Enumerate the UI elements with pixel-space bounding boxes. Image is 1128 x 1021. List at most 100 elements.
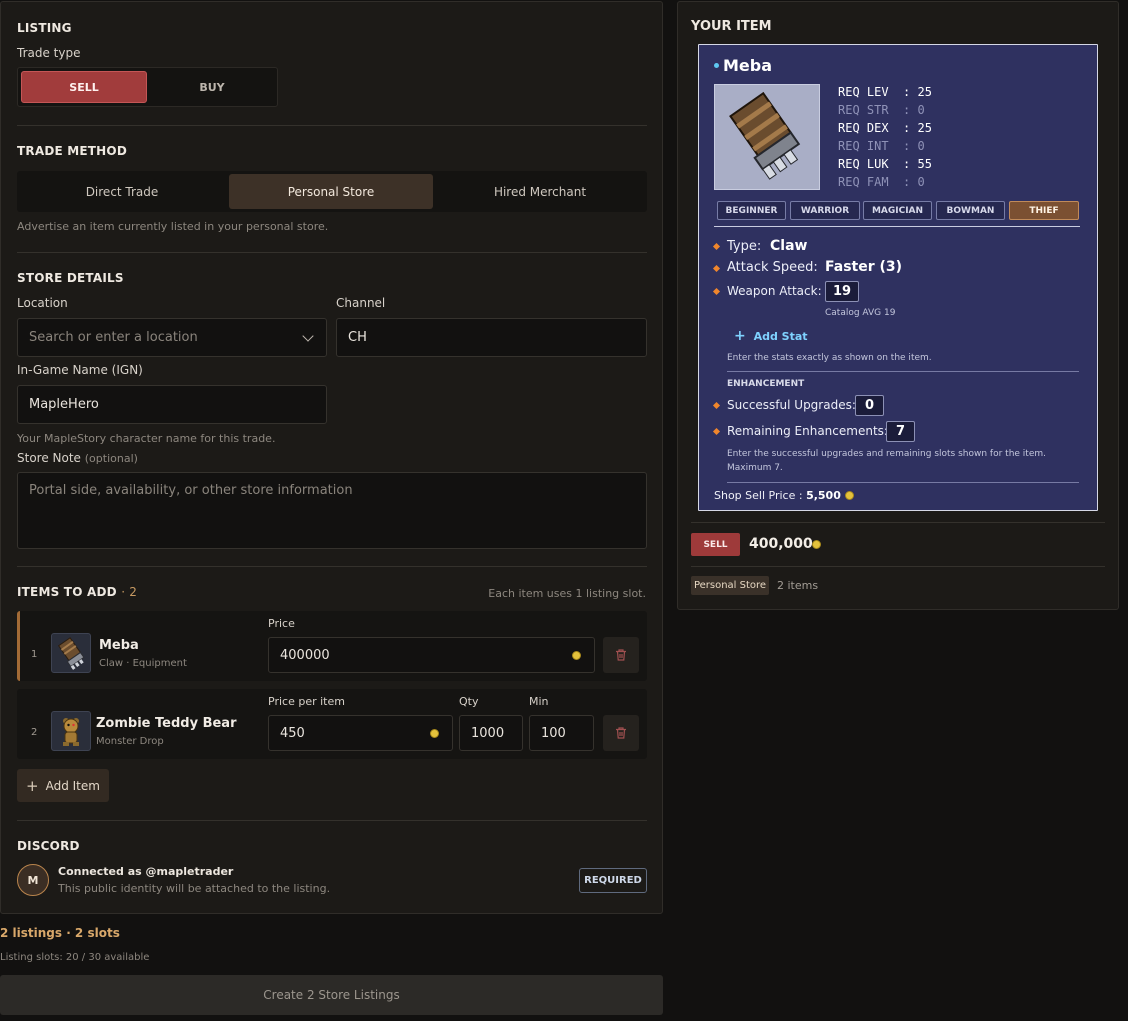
bullet-icon bbox=[714, 63, 719, 68]
diamond-bullet-icon bbox=[712, 427, 721, 436]
item-row[interactable]: 2 Zombie Teddy Bear Monster Drop Price p… bbox=[17, 689, 647, 759]
channel-input[interactable] bbox=[336, 318, 647, 357]
type-value: Claw bbox=[770, 238, 808, 254]
divider bbox=[727, 371, 1079, 372]
store-note-label: Store Note (optional) bbox=[17, 451, 138, 465]
divider bbox=[17, 566, 647, 567]
item-name: Zombie Teddy Bear bbox=[96, 716, 237, 731]
required-badge: REQUIRED bbox=[579, 868, 647, 893]
job-warrior: WARRIOR bbox=[790, 201, 860, 220]
price-per-item-input[interactable] bbox=[268, 715, 453, 751]
job-thief: THIEF bbox=[1009, 201, 1079, 220]
enhancement-max-hint: Maximum 7. bbox=[727, 463, 783, 473]
item-count: 2 items bbox=[777, 579, 819, 592]
price-input[interactable] bbox=[268, 637, 595, 673]
diamond-bullet-icon bbox=[712, 264, 721, 273]
req-dex: REQ DEX : 25 bbox=[838, 121, 932, 135]
req-fam: REQ FAM : 0 bbox=[838, 175, 925, 189]
divider bbox=[691, 522, 1105, 523]
remaining-enhancements-input[interactable]: 7 bbox=[886, 421, 915, 442]
price-per-item-label: Price per item bbox=[268, 695, 345, 708]
trade-method-direct-trade[interactable]: Direct Trade bbox=[20, 174, 224, 209]
buy-toggle-button[interactable]: BUY bbox=[149, 71, 275, 103]
claw-item-image bbox=[714, 84, 820, 190]
item-tooltip-card: Meba REQ LEV : 25 REQ STR : 0 REQ DEX : … bbox=[698, 44, 1098, 511]
discord-connected-text: Connected as @mapletrader bbox=[58, 865, 234, 878]
personal-store-tag: Personal Store bbox=[691, 576, 769, 595]
trade-method-hint: Advertise an item currently listed in yo… bbox=[17, 220, 329, 233]
attack-speed-label: Attack Speed: bbox=[727, 260, 818, 275]
slot-usage-hint: Each item uses 1 listing slot. bbox=[488, 587, 646, 600]
store-details-section-title: STORE DETAILS bbox=[17, 271, 124, 285]
shop-sell-price-label: Shop Sell Price : bbox=[714, 489, 803, 502]
listing-slots-available: Listing slots: 20 / 30 available bbox=[0, 952, 150, 963]
add-item-button[interactable]: + Add Item bbox=[17, 769, 109, 802]
delete-item-button[interactable] bbox=[603, 715, 639, 751]
divider bbox=[17, 125, 647, 126]
diamond-bullet-icon bbox=[712, 287, 721, 296]
item-row[interactable]: 1 Meba Claw · Equipment Price bbox=[17, 611, 647, 681]
remaining-enhancements-label: Remaining Enhancements: bbox=[727, 424, 888, 438]
diamond-bullet-icon bbox=[712, 242, 721, 251]
coin-icon bbox=[812, 540, 821, 549]
qty-label: Qty bbox=[459, 695, 479, 708]
sell-toggle-button[interactable]: SELL bbox=[21, 71, 147, 103]
job-bowman: BOWMAN bbox=[936, 201, 1005, 220]
item-index: 1 bbox=[31, 649, 38, 660]
ign-label: In-Game Name (IGN) bbox=[17, 363, 143, 377]
catalog-average: Catalog AVG 19 bbox=[825, 308, 896, 318]
add-stat-label: Add Stat bbox=[753, 330, 808, 343]
min-label: Min bbox=[529, 695, 549, 708]
optional-tag: (optional) bbox=[84, 452, 138, 465]
diamond-bullet-icon bbox=[712, 401, 721, 410]
shop-sell-price-value: 5,500 bbox=[806, 489, 841, 502]
item-subtitle: Monster Drop bbox=[96, 736, 164, 747]
create-listings-button[interactable]: Create 2 Store Listings bbox=[0, 975, 663, 1015]
add-stat-button[interactable]: + Add Stat bbox=[734, 328, 808, 344]
qty-input[interactable] bbox=[459, 715, 523, 751]
weapon-attack-label: Weapon Attack: bbox=[727, 284, 822, 298]
enhancement-title: ENHANCEMENT bbox=[727, 379, 805, 389]
stats-hint: Enter the stats exactly as shown on the … bbox=[727, 353, 932, 363]
tooltip-item-name: Meba bbox=[723, 56, 773, 75]
items-to-add-title-text: ITEMS TO ADD bbox=[17, 585, 117, 599]
ign-hint: Your MapleStory character name for this … bbox=[17, 432, 276, 445]
delete-item-button[interactable] bbox=[603, 637, 639, 673]
location-input[interactable] bbox=[17, 318, 327, 357]
successful-upgrades-input[interactable]: 0 bbox=[855, 395, 884, 416]
divider bbox=[691, 566, 1105, 567]
trade-type-label: Trade type bbox=[17, 46, 81, 60]
coin-icon bbox=[572, 651, 581, 660]
discord-section-title: DISCORD bbox=[17, 839, 80, 853]
coin-icon bbox=[845, 491, 854, 500]
store-note-textarea[interactable] bbox=[17, 472, 647, 549]
req-level: REQ LEV : 25 bbox=[838, 85, 932, 99]
claw-item-icon bbox=[51, 633, 91, 673]
store-note-label-text: Store Note bbox=[17, 451, 81, 465]
divider bbox=[714, 226, 1080, 227]
successful-upgrades-label: Successful Upgrades: bbox=[727, 398, 856, 412]
your-item-section-title: YOUR ITEM bbox=[691, 19, 772, 34]
items-count: · 2 bbox=[121, 585, 138, 599]
divider bbox=[17, 252, 647, 253]
min-input[interactable] bbox=[529, 715, 594, 751]
plus-icon: + bbox=[26, 776, 39, 795]
job-beginner: BEGINNER bbox=[717, 201, 786, 220]
type-label: Type: bbox=[727, 239, 762, 254]
plus-icon: + bbox=[734, 328, 746, 344]
coin-icon bbox=[430, 729, 439, 738]
ign-input[interactable] bbox=[17, 385, 327, 424]
job-magician: MAGICIAN bbox=[863, 201, 932, 220]
trade-method-personal-store[interactable]: Personal Store bbox=[229, 174, 433, 209]
trade-method-section-title: TRADE METHOD bbox=[17, 144, 127, 158]
weapon-attack-input[interactable]: 19 bbox=[825, 281, 859, 302]
discord-identity-hint: This public identity will be attached to… bbox=[58, 882, 331, 895]
item-subtitle: Claw · Equipment bbox=[99, 658, 187, 669]
trade-type-toggle: SELL BUY bbox=[17, 67, 278, 107]
listing-form-panel: LISTING Trade type SELL BUY TRADE METHOD… bbox=[0, 1, 663, 914]
divider bbox=[17, 820, 647, 821]
trade-method-hired-merchant[interactable]: Hired Merchant bbox=[438, 174, 642, 209]
trade-method-selector: Direct Trade Personal Store Hired Mercha… bbox=[17, 171, 647, 212]
teddy-bear-item-icon bbox=[51, 711, 91, 751]
location-label: Location bbox=[17, 296, 68, 310]
